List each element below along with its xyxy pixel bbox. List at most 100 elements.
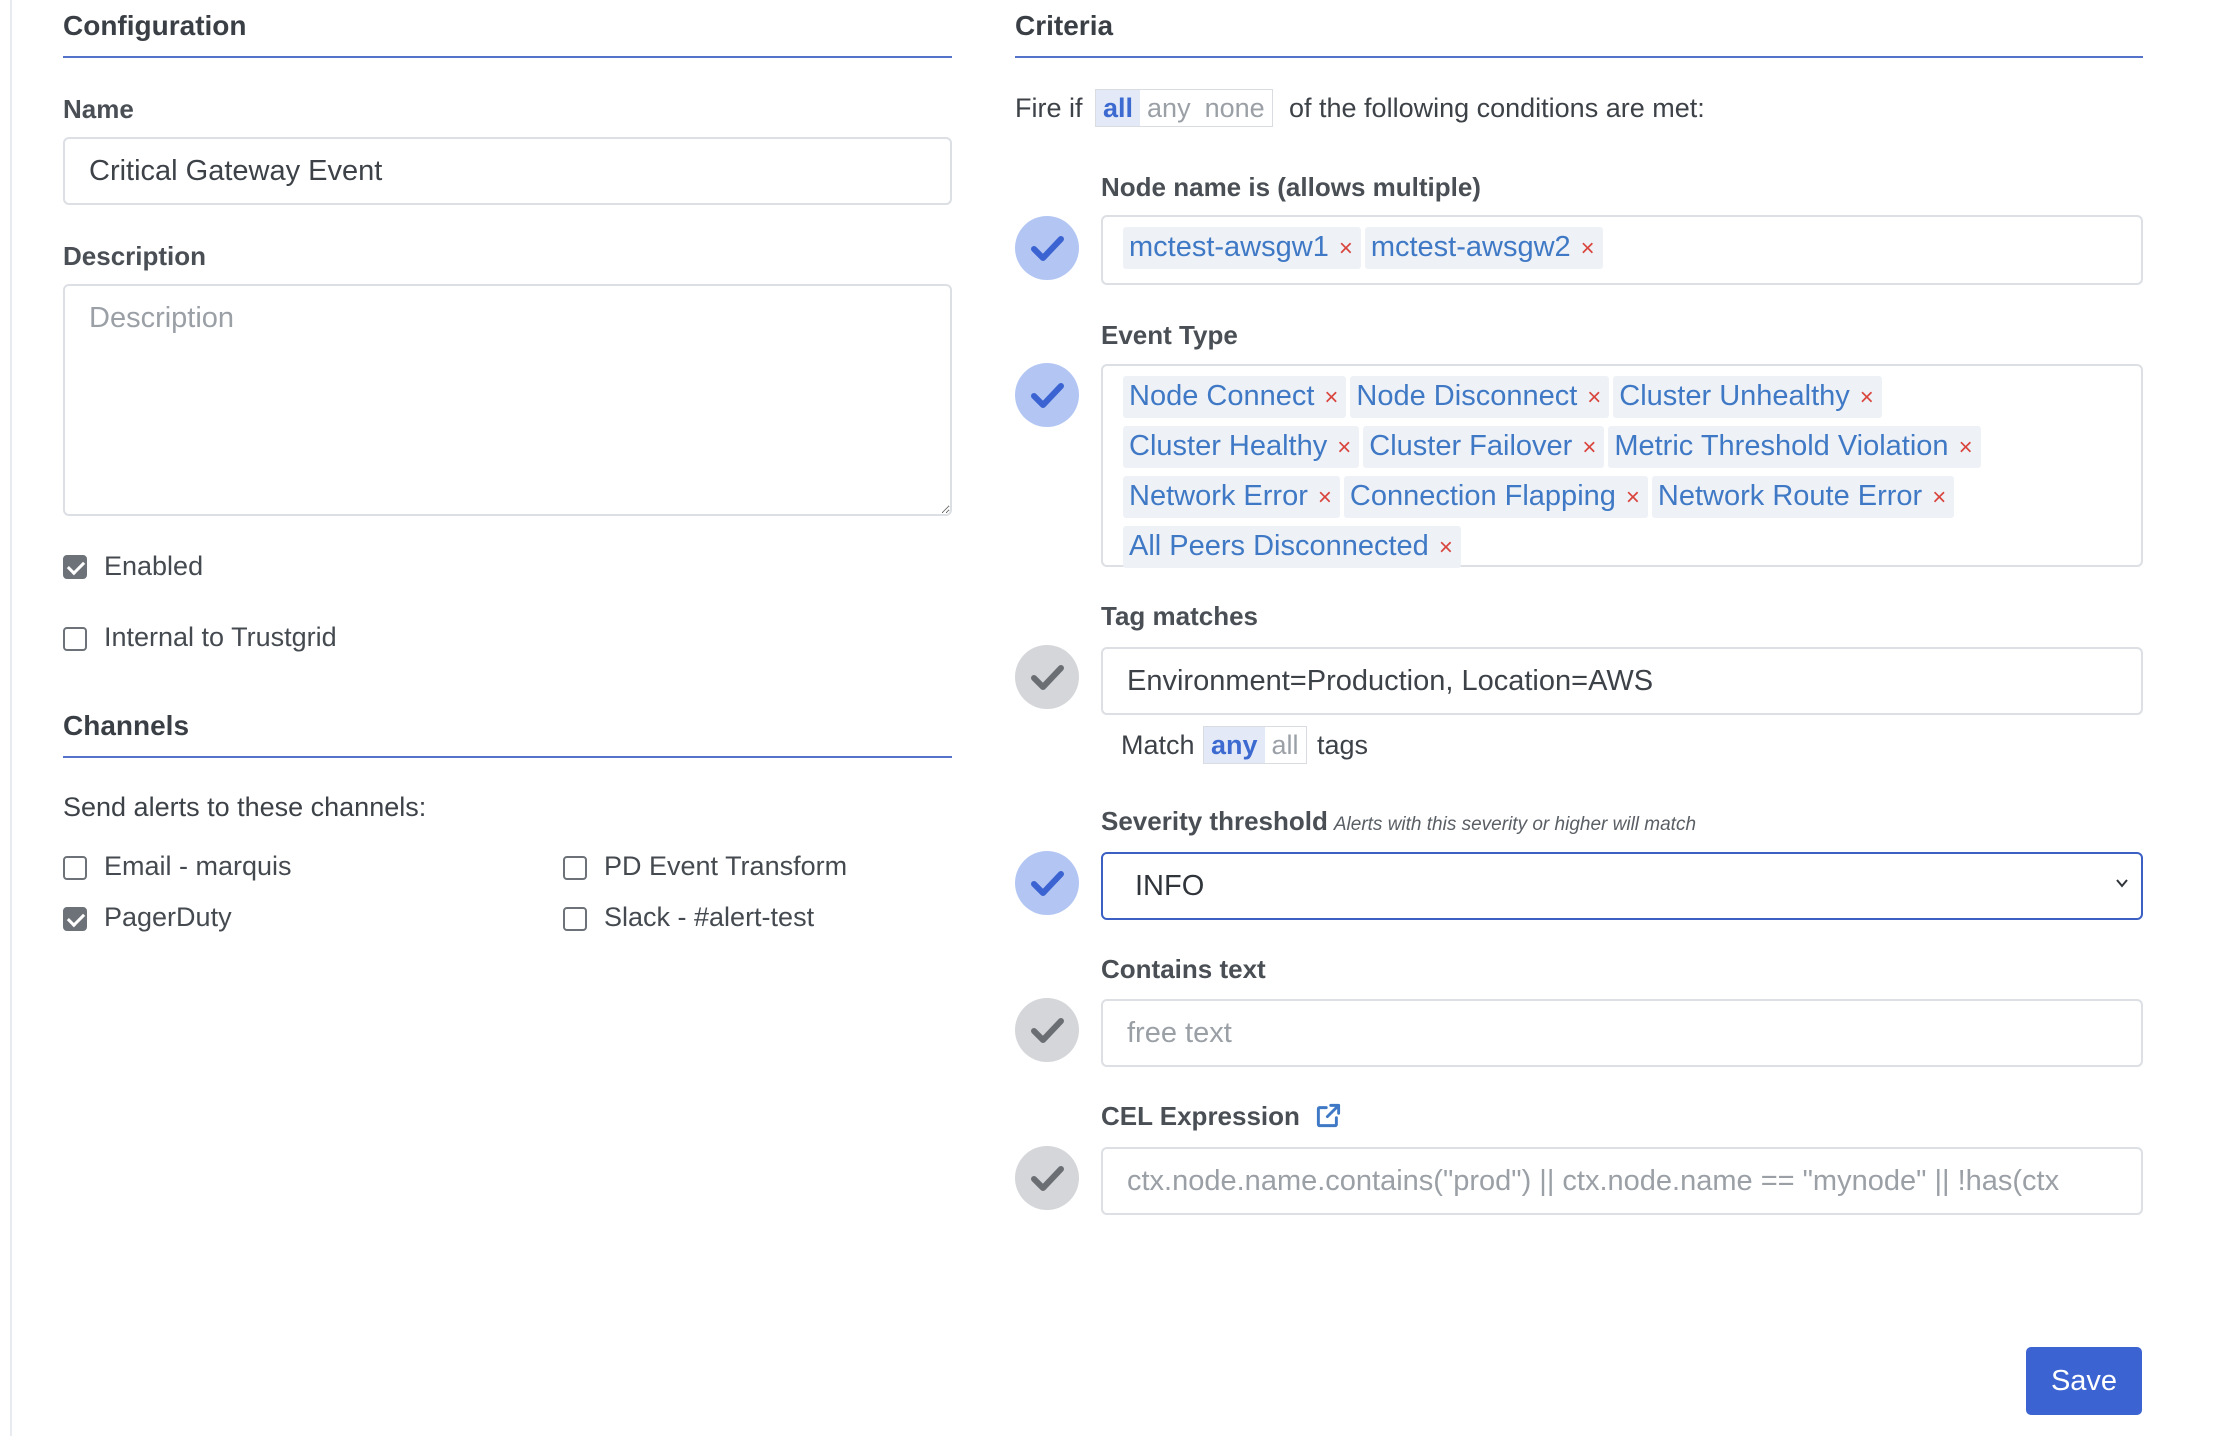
remove-chip-icon[interactable]: × <box>1860 384 1874 411</box>
event-chip: Network Error × <box>1123 476 1340 518</box>
chip-label: Node Disconnect <box>1356 380 1578 412</box>
event-chip: Cluster Unhealthy × <box>1613 376 1882 418</box>
channel-slack-label: Slack - #alert-test <box>604 902 815 932</box>
remove-chip-icon[interactable]: × <box>1587 384 1601 411</box>
criteria-title: Criteria <box>1015 10 1114 41</box>
enabled-checkbox[interactable] <box>63 555 87 579</box>
fire-mode-any[interactable]: any <box>1140 90 1198 126</box>
fire-mode-all[interactable]: all <box>1096 90 1141 126</box>
channel-pagerduty-label: PagerDuty <box>104 902 232 932</box>
event-type-toggle[interactable] <box>1015 363 1079 427</box>
check-icon <box>1031 1166 1064 1191</box>
cel-label: CEL Expression <box>1101 1101 1342 1132</box>
severity-toggle[interactable] <box>1015 851 1079 915</box>
event-chip: Node Disconnect × <box>1350 376 1610 418</box>
event-chip: Network Route Error × <box>1651 476 1955 518</box>
remove-chip-icon[interactable]: × <box>1339 235 1353 262</box>
contains-text-input[interactable] <box>1101 999 2143 1067</box>
name-label: Name <box>63 94 134 124</box>
chip-label: Cluster Unhealthy <box>1619 380 1850 412</box>
internal-checkbox[interactable] <box>63 627 87 651</box>
chevron-down-icon <box>2116 879 2128 888</box>
tag-match-selector: any all <box>1203 726 1307 764</box>
node-chip: mctest-awsgw2 × <box>1364 227 1603 269</box>
chip-label: mctest-awsgw1 <box>1129 231 1329 263</box>
configuration-title: Configuration <box>63 10 247 41</box>
node-chip: mctest-awsgw1 × <box>1123 227 1361 269</box>
node-name-tag-input[interactable]: mctest-awsgw1 × mctest-awsgw2 × <box>1101 215 2143 285</box>
remove-chip-icon[interactable]: × <box>1581 235 1595 262</box>
fire-mode-selector: all any none <box>1095 89 1273 127</box>
channels-divider <box>63 756 952 758</box>
remove-chip-icon[interactable]: × <box>1439 534 1453 561</box>
save-button[interactable]: Save <box>2026 1347 2142 1415</box>
cel-toggle[interactable] <box>1015 1146 1079 1210</box>
remove-chip-icon[interactable]: × <box>1337 434 1351 461</box>
check-icon <box>1031 871 1064 896</box>
remove-chip-icon[interactable]: × <box>1318 484 1332 511</box>
tag-match-prefix: Match <box>1121 730 1195 760</box>
contains-text-label: Contains text <box>1101 954 1266 984</box>
chip-label: Connection Flapping <box>1349 480 1616 512</box>
internal-label: Internal to Trustgrid <box>104 622 337 652</box>
tag-match-any[interactable]: any <box>1204 727 1265 763</box>
channel-pd-event-transform-label: PD Event Transform <box>604 851 848 881</box>
event-type-tag-input[interactable]: Node Connect × Node Disconnect × Cluster Unh… <box>1101 364 2143 568</box>
tag-match-all[interactable]: all <box>1265 727 1306 763</box>
contains-text-toggle[interactable] <box>1015 998 1079 1062</box>
check-icon <box>1031 236 1064 261</box>
channels-intro: Send alerts to these channels: <box>63 792 427 822</box>
severity-select[interactable]: INFO <box>1101 852 2143 920</box>
remove-chip-icon[interactable]: × <box>1324 384 1338 411</box>
name-input[interactable] <box>63 137 952 205</box>
severity-label: Severity threshold Alerts with this sever… <box>1101 806 1696 837</box>
event-type-label: Event Type <box>1101 320 1238 350</box>
chip-label: Metric Threshold Violation <box>1614 430 1949 462</box>
remove-chip-icon[interactable]: × <box>1932 484 1946 511</box>
tag-matches-toggle[interactable] <box>1015 645 1079 709</box>
tag-match-suffix: tags <box>1317 730 1369 760</box>
chip-label: Node Connect <box>1129 380 1315 412</box>
event-chip: Metric Threshold Violation × <box>1608 426 1981 468</box>
fire-if-prefix: Fire if <box>1015 93 1083 123</box>
enabled-label: Enabled <box>104 551 204 581</box>
cel-label-text: CEL Expression <box>1101 1101 1300 1131</box>
event-chip: Cluster Healthy × <box>1123 426 1360 468</box>
criteria-divider <box>1015 56 2143 58</box>
external-link-icon[interactable] <box>1315 1102 1342 1129</box>
chip-label: Cluster Healthy <box>1129 430 1328 462</box>
channel-pagerduty-checkbox[interactable] <box>63 907 87 931</box>
description-textarea[interactable] <box>63 284 952 516</box>
check-icon <box>1031 383 1064 408</box>
chip-label: Network Error <box>1129 480 1308 512</box>
node-name-toggle[interactable] <box>1015 216 1079 280</box>
channel-email-checkbox[interactable] <box>63 856 87 880</box>
channel-pd-event-transform-checkbox[interactable] <box>563 856 587 880</box>
description-label: Description <box>63 241 207 271</box>
severity-label-text: Severity threshold <box>1101 806 1328 836</box>
tag-matches-label: Tag matches <box>1101 601 1259 631</box>
fire-if-suffix: of the following conditions are met: <box>1289 93 1705 123</box>
event-chip: Cluster Failover × <box>1363 426 1605 468</box>
node-name-label: Node name is (allows multiple) <box>1101 172 1481 202</box>
event-chip: All Peers Disconnected × <box>1123 526 1461 568</box>
tag-matches-input[interactable] <box>1101 647 2143 715</box>
fire-mode-none[interactable]: none <box>1198 90 1272 126</box>
check-icon <box>1031 1018 1064 1043</box>
chip-label: All Peers Disconnected <box>1129 530 1429 562</box>
severity-hint: Alerts with this severity or higher will… <box>1333 814 1697 835</box>
channel-slack-checkbox[interactable] <box>563 907 587 931</box>
remove-chip-icon[interactable]: × <box>1582 434 1596 461</box>
chip-label: Network Route Error <box>1657 480 1923 512</box>
remove-chip-icon[interactable]: × <box>1959 434 1973 461</box>
left-frame-border <box>10 0 12 1436</box>
channel-email-label: Email - marquis <box>104 851 292 881</box>
chip-label: Cluster Failover <box>1369 430 1573 462</box>
chip-label: mctest-awsgw2 <box>1370 231 1571 263</box>
severity-selected-value: INFO <box>1135 869 1205 902</box>
event-chip: Node Connect × <box>1123 376 1347 418</box>
channels-title: Channels <box>63 710 190 741</box>
cel-expression-input[interactable] <box>1101 1147 2143 1215</box>
configuration-divider <box>63 56 952 58</box>
remove-chip-icon[interactable]: × <box>1626 484 1640 511</box>
